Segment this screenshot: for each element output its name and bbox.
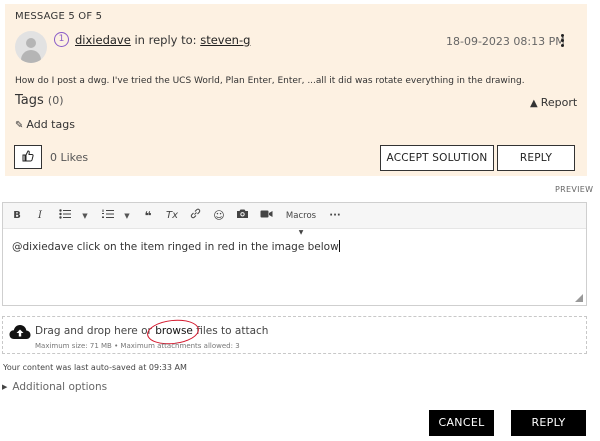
chevron-down-icon[interactable]: ▼ (123, 208, 131, 224)
reply-button[interactable]: REPLY (511, 410, 586, 436)
pencil-icon: ✎ (15, 120, 24, 131)
quote-icon[interactable]: ❝ (141, 208, 155, 224)
chevron-right-icon: ▶ (2, 383, 8, 391)
more-toolbar-icon[interactable]: ··· (329, 208, 341, 224)
emoji-icon[interactable]: ☺ (212, 208, 226, 224)
dropzone-text: Drag and drop here or browse files to at… (35, 317, 269, 347)
thumbs-up-icon (22, 150, 34, 162)
additional-options-label: Additional options (12, 381, 108, 393)
more-options-icon[interactable] (558, 34, 566, 48)
additional-options-toggle[interactable]: ▶ Additional options (2, 381, 107, 393)
avatar[interactable] (15, 31, 47, 63)
tags-count: (0) (47, 94, 64, 107)
message-counter: MESSAGE 5 OF 5 (15, 11, 103, 22)
dropzone-text-before: Drag and drop here or (35, 325, 152, 337)
message-card: MESSAGE 5 OF 5 1 dixiedave in reply to: … (5, 4, 587, 176)
preview-toggle[interactable]: PREVIEW (555, 185, 593, 194)
cloud-upload-icon (9, 325, 31, 339)
rich-text-editor[interactable]: B I ▼ ▼ ❝ Tx ☺ Macros ▼ ··· @dixiedave c… (2, 202, 587, 306)
author-link[interactable]: dixiedave (75, 33, 131, 47)
editor-toolbar: B I ▼ ▼ ❝ Tx ☺ Macros ▼ ··· (3, 203, 586, 236)
browse-link[interactable]: browse (146, 317, 201, 347)
accept-solution-button[interactable]: ACCEPT SOLUTION (380, 145, 494, 171)
video-icon[interactable] (259, 208, 273, 224)
bold-button[interactable]: B (12, 208, 22, 224)
link-icon[interactable] (188, 208, 202, 224)
camera-icon[interactable] (235, 208, 249, 224)
numbered-list-icon[interactable] (101, 208, 115, 224)
reply-to-link[interactable]: steven-g (200, 33, 250, 47)
message-body: How do I post a dwg. I've tried the UCS … (15, 76, 525, 86)
clear-format-icon[interactable]: Tx (165, 208, 179, 224)
editor-content[interactable]: @dixiedave click on the item ringed in r… (12, 240, 340, 253)
like-button[interactable] (14, 145, 42, 169)
add-tags-link[interactable]: ✎ Add tags (15, 118, 75, 131)
italic-button[interactable]: I (35, 208, 45, 224)
report-label: Report (540, 96, 578, 109)
user-avatar-icon (26, 38, 36, 48)
chevron-down-icon[interactable]: ▼ (81, 208, 89, 224)
editor-content-text: @dixiedave click on the item ringed in r… (12, 241, 339, 253)
author-line: dixiedave in reply to: steven-g (75, 33, 250, 47)
resize-handle-icon[interactable] (575, 294, 583, 302)
autosave-status: Your content was last auto-saved at 09:3… (3, 363, 187, 372)
likes-count: 0 Likes (50, 151, 89, 164)
warning-icon: ▲ (530, 98, 538, 109)
add-tags-label: Add tags (26, 118, 75, 131)
report-link[interactable]: ▲ Report (530, 96, 577, 109)
browse-label: browse (155, 325, 193, 337)
text-cursor (338, 240, 340, 252)
macros-dropdown[interactable]: Macros ▼ (283, 208, 319, 236)
bullet-list-icon[interactable] (58, 208, 72, 224)
cancel-button[interactable]: CANCEL (429, 410, 494, 436)
dropzone-text-after: files to attach (196, 325, 269, 337)
tags-label: Tags (15, 93, 44, 108)
attachment-dropzone[interactable]: Drag and drop here or browse files to at… (2, 316, 587, 354)
macros-label: Macros (285, 211, 317, 221)
message-date: 18-09-2023 08:13 PM (446, 35, 565, 48)
attachment-limits: Maximum size: 71 MB • Maximum attachment… (35, 342, 240, 350)
chevron-down-icon: ▼ (298, 229, 304, 236)
tags-heading: Tags (0) (15, 93, 64, 108)
reply-message-button[interactable]: REPLY (497, 145, 575, 171)
rank-badge-icon: 1 (54, 32, 69, 47)
reply-prefix: in reply to: (134, 33, 197, 47)
